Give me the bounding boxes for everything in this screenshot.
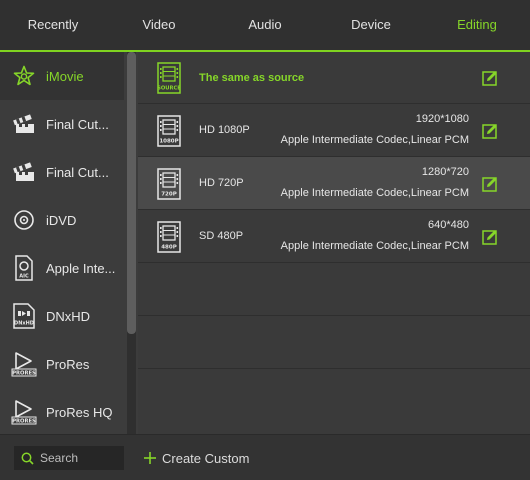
film-480p-icon: 480P — [156, 221, 184, 255]
clapperboard-icon — [10, 158, 38, 186]
search-input[interactable] — [40, 451, 120, 465]
svg-text:SOURCE: SOURCE — [157, 86, 181, 92]
preset-codec: Apple Intermediate Codec,Linear PCM — [280, 187, 469, 199]
preset-name: HD 720P — [199, 177, 244, 189]
plus-icon — [143, 451, 157, 465]
preset-row-480p[interactable]: 480P SD 480P 640*480 Apple Intermediate … — [138, 210, 530, 263]
preset-resolution: 640*480 — [428, 219, 469, 231]
create-custom-label: Create Custom — [162, 450, 250, 466]
tab-audio[interactable]: Audio — [212, 0, 318, 50]
sidebar-scroll-thumb[interactable] — [127, 52, 136, 334]
preset-codec: Apple Intermediate Codec,Linear PCM — [280, 240, 469, 252]
empty-row — [138, 316, 530, 369]
preset-row-source[interactable]: SOURCE The same as source — [138, 52, 530, 104]
film-source-icon: SOURCE — [156, 62, 184, 96]
sidebar-item-dnxhd[interactable]: DNxHD DNxHD — [0, 292, 124, 340]
dnxhd-icon: DNxHD — [10, 302, 38, 330]
tab-editing[interactable]: Editing — [424, 0, 530, 50]
sidebar-item-label: Final Cut... — [46, 164, 109, 180]
preset-name: SD 480P — [199, 230, 244, 242]
svg-text:PRORES: PRORES — [12, 419, 36, 425]
empty-row — [138, 369, 530, 422]
create-custom-button[interactable]: Create Custom — [143, 448, 249, 468]
sidebar-item-label: DNxHD — [46, 308, 91, 324]
sidebar-scrollbar[interactable] — [127, 52, 136, 434]
sidebar-item-apple-intermediate[interactable]: AIC Apple Inte... — [0, 244, 124, 292]
preset-row-720p[interactable]: 720P HD 720P 1280*720 Apple Intermediate… — [138, 157, 530, 210]
search-box[interactable] — [14, 446, 124, 470]
svg-text:1080P: 1080P — [159, 139, 178, 145]
preset-codec: Apple Intermediate Codec,Linear PCM — [280, 134, 469, 146]
preset-list: SOURCE The same as source 1080P HD 1080P — [138, 52, 530, 434]
sidebar-item-label: Final Cut... — [46, 116, 109, 132]
sidebar-item-label: ProRes HQ — [46, 404, 113, 420]
prores-icon: PRORES — [10, 350, 38, 378]
sidebar-item-prores-hq[interactable]: PRORES ProRes HQ — [0, 388, 124, 434]
edit-icon[interactable] — [482, 70, 498, 86]
film-720p-icon: 720P — [156, 168, 184, 202]
search-icon — [21, 452, 34, 465]
empty-row — [138, 263, 530, 316]
sidebar-item-label: iMovie — [46, 68, 84, 84]
sidebar-item-prores[interactable]: PRORES ProRes — [0, 340, 124, 388]
sidebar-item-label: Apple Inte... — [46, 260, 116, 276]
sidebar-item-final-cut-2[interactable]: Final Cut... — [0, 148, 124, 196]
edit-icon[interactable] — [482, 229, 498, 245]
preset-name: HD 1080P — [199, 124, 250, 136]
preset-resolution: 1280*720 — [421, 166, 469, 178]
prores-icon: PRORES — [10, 398, 38, 426]
sidebar-item-final-cut-1[interactable]: Final Cut... — [0, 100, 124, 148]
sidebar-item-idvd[interactable]: iDVD — [0, 196, 124, 244]
svg-text:480P: 480P — [161, 245, 177, 251]
sidebar-list: iMovie Final Cut... Final Cut... iDVD AI… — [0, 52, 124, 434]
preset-row-1080p[interactable]: 1080P HD 1080P 1920*1080 Apple Intermedi… — [138, 104, 530, 157]
aic-file-icon: AIC — [10, 254, 38, 282]
svg-text:PRORES: PRORES — [12, 371, 36, 377]
editing-sidebar: iMovie Final Cut... Final Cut... iDVD AI… — [0, 52, 138, 434]
edit-icon[interactable] — [482, 123, 498, 139]
disc-icon — [10, 206, 38, 234]
svg-text:DNxHD: DNxHD — [14, 321, 34, 327]
tab-video[interactable]: Video — [106, 0, 212, 50]
sidebar-item-label: iDVD — [46, 212, 77, 228]
preset-resolution: 1920*1080 — [415, 113, 469, 125]
clapperboard-icon — [10, 110, 38, 138]
sidebar-item-label: ProRes — [46, 356, 90, 372]
sidebar-item-imovie[interactable]: iMovie — [0, 52, 124, 100]
edit-icon[interactable] — [482, 176, 498, 192]
tab-recently[interactable]: Recently — [0, 0, 106, 50]
svg-text:720P: 720P — [161, 192, 177, 198]
tab-device[interactable]: Device — [318, 0, 424, 50]
imovie-star-icon — [10, 62, 38, 90]
format-tab-bar: Recently Video Audio Device Editing — [0, 0, 530, 52]
preset-source-label: The same as source — [199, 72, 305, 84]
bottom-bar: Create Custom — [0, 434, 530, 480]
film-1080p-icon: 1080P — [156, 115, 184, 149]
svg-text:AIC: AIC — [19, 274, 29, 280]
